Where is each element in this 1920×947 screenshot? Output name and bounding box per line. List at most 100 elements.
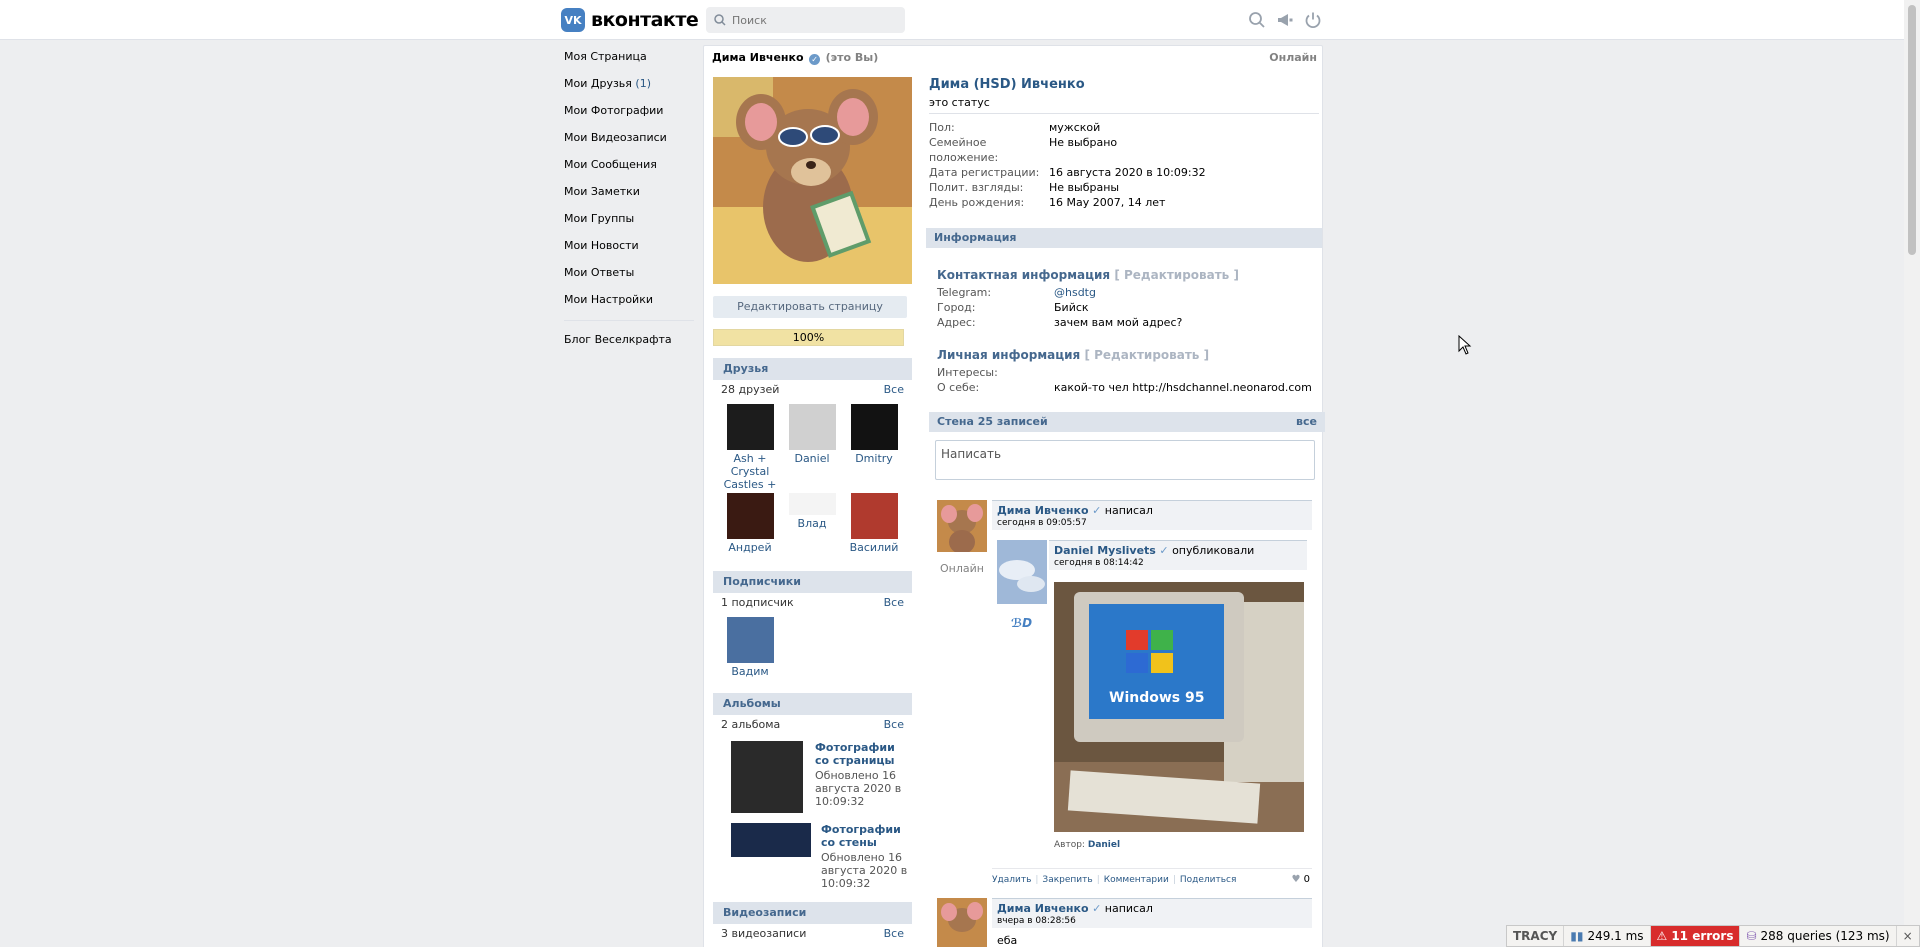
page-scrollbar[interactable] <box>1904 0 1920 947</box>
vk-logo[interactable]: VK вконтакте <box>561 8 699 32</box>
contact-edit-link[interactable]: [ Редактировать ] <box>1114 268 1239 282</box>
subscriber-item[interactable]: Вадим <box>719 617 781 678</box>
friend-item[interactable]: Daniel <box>781 404 843 491</box>
megaphone-icon[interactable] <box>1276 11 1294 29</box>
post-author-name[interactable]: Дима Ивченко <box>997 504 1089 517</box>
album-title[interactable]: Фотографии со стены <box>821 823 912 849</box>
nav-divider <box>564 320 694 321</box>
repost-author-avatar[interactable] <box>997 540 1047 604</box>
profile-full-name: Дима (HSD) Ивченко <box>929 77 1085 92</box>
nav-my-notes[interactable]: Мои Заметки <box>564 183 696 210</box>
search-box[interactable] <box>706 7 905 33</box>
subscribers-all-link[interactable]: Все <box>884 593 904 613</box>
friend-item[interactable]: Ash + Crystal Castles + <box>719 404 781 491</box>
wall-all-link[interactable]: все <box>1296 412 1317 432</box>
album-item[interactable]: Фотографии со стены Обновлено 16 августа … <box>713 817 912 890</box>
tracy-time-panel[interactable]: ▮▮ 249.1 ms <box>1564 926 1651 946</box>
profile-avatar[interactable] <box>713 77 912 284</box>
profile-row: Семейное положение: Не выбрано <box>929 136 1118 164</box>
nav-my-videos[interactable]: Мои Видеозаписи <box>564 129 696 156</box>
tracy-queries-panel[interactable]: ⛁ 288 queries (123 ms) <box>1740 926 1897 946</box>
repost-author-name[interactable]: Daniel Myslivets <box>1054 544 1156 557</box>
nav-my-news[interactable]: Мои Новости <box>564 237 696 264</box>
post-date[interactable]: сегодня в 09:05:57 <box>997 518 1307 528</box>
subscribers-count: 1 подписчик <box>721 596 794 609</box>
verified-icon: ✓ <box>1092 902 1102 915</box>
share-link[interactable]: Поделиться <box>1180 875 1237 885</box>
edit-page-button[interactable]: Редактировать страницу <box>713 296 907 318</box>
like-button[interactable]: ♥ 0 <box>1291 869 1310 891</box>
albums-all-link[interactable]: Все <box>884 715 904 735</box>
page-owner-name: Дима Ивченко <box>712 51 804 64</box>
search-icon[interactable] <box>1248 11 1266 29</box>
search-input[interactable] <box>732 13 892 27</box>
friend-item[interactable]: Василий <box>843 493 905 554</box>
post-author-avatar[interactable] <box>937 500 987 554</box>
album-cover <box>731 823 811 857</box>
verified-icon: ✓ <box>1159 544 1169 557</box>
photo-author-name[interactable]: Daniel <box>1088 840 1120 850</box>
tracy-close-button[interactable]: × <box>1897 926 1919 946</box>
albums-count: 2 альбома <box>721 718 781 731</box>
comments-link[interactable]: Комментарии <box>1104 875 1169 885</box>
wall-header: Стена 25 записей все <box>929 412 1325 432</box>
friend-item[interactable]: Андрей <box>719 493 781 554</box>
albums-title[interactable]: Альбомы <box>713 693 912 715</box>
scrollbar-thumb[interactable] <box>1908 5 1916 255</box>
album-item[interactable]: Фотографии со страницы Обновлено 16 авгус… <box>713 735 912 813</box>
nav-my-friends[interactable]: Мои Друзья (1) <box>564 75 696 102</box>
mouse-cursor-icon <box>1458 335 1472 355</box>
subscriber-avatar <box>726 617 774 663</box>
friend-item[interactable]: Dmitry <box>843 404 905 491</box>
contact-row: Город: Бийск <box>937 301 1089 314</box>
nav-my-photos[interactable]: Мои Фотографии <box>564 102 696 129</box>
repost: ℬD Daniel Myslivets ✓ опубликовали сегод… <box>997 540 1312 865</box>
tracy-errors-panel[interactable]: ⚠ 11 errors <box>1650 926 1741 946</box>
videos-all-link[interactable]: Все <box>884 924 904 944</box>
this-is-you-label: (это Вы) <box>825 51 879 64</box>
nav-blog[interactable]: Блог Веселкрафта <box>564 331 696 358</box>
tracy-debug-bar: TRACY ▮▮ 249.1 ms ⚠ 11 errors ⛁ 288 queries… <box>1506 925 1920 947</box>
nav-my-messages[interactable]: Мои Сообщения <box>564 156 696 183</box>
profile-row: Пол: мужской <box>929 121 1101 134</box>
post-author-name[interactable]: Дима Ивченко <box>997 902 1089 915</box>
repost-date[interactable]: сегодня в 08:14:42 <box>1054 558 1302 568</box>
contact-info: Контактная информация [ Редактировать ] … <box>929 268 1319 330</box>
friends-all-link[interactable]: Все <box>884 380 904 400</box>
subscribers-title[interactable]: Подписчики <box>713 571 912 593</box>
post-date[interactable]: вчера в 08:28:56 <box>997 916 1307 926</box>
post-author-online: Онлайн <box>940 562 984 575</box>
contact-row: Telegram: @hsdtg <box>937 285 1096 300</box>
nav-my-settings[interactable]: Мои Настройки <box>564 291 696 318</box>
post-author-avatar[interactable] <box>937 898 987 947</box>
verified-icon: ✓ <box>809 54 821 65</box>
friend-item[interactable]: Влад <box>781 493 843 554</box>
post-actions: Удалить | Закрепить | Комментарии | Поделиться… <box>992 868 1312 890</box>
nav-my-answers[interactable]: Мои Ответы <box>564 264 696 291</box>
tracy-logo[interactable]: TRACY <box>1507 926 1565 946</box>
personal-row: Интересы: <box>937 366 998 379</box>
vk-logo-icon: VK <box>561 8 585 32</box>
pin-post-link[interactable]: Закрепить <box>1042 875 1092 885</box>
repost-photo[interactable]: Windows 95 <box>1054 582 1304 832</box>
top-bar: VK вконтакте <box>0 0 1904 40</box>
post-text: еба <box>997 934 1018 947</box>
album-title[interactable]: Фотографии со страницы <box>815 741 912 767</box>
post-header: Дима Ивченко ✓ написал сегодня в 09:05:5… <box>992 500 1312 530</box>
friends-title[interactable]: Друзья <box>713 358 912 380</box>
videos-title[interactable]: Видеозаписи <box>713 902 912 924</box>
personal-edit-link[interactable]: [ Редактировать ] <box>1084 348 1209 362</box>
nav-my-groups[interactable]: Мои Группы <box>564 210 696 237</box>
wall-post-input[interactable]: Написать <box>935 440 1315 480</box>
contact-info-title: Контактная информация <box>937 268 1111 282</box>
delete-post-link[interactable]: Удалить <box>992 875 1031 885</box>
nav-my-page[interactable]: Моя Страница <box>564 48 696 75</box>
profile-status[interactable]: это статус <box>929 96 1319 114</box>
wall-title[interactable]: Стена 25 записей <box>937 415 1048 428</box>
verified-icon: ✓ <box>1092 504 1102 517</box>
wall-post: Онлайн Дима Ивченко ✓ написал сегодня в … <box>937 500 1321 930</box>
post-header: Дима Ивченко ✓ написал вчера в 08:28:56 <box>992 898 1312 928</box>
album-updated: Обновлено 16 августа 2020 в 10:09:32 <box>815 769 902 808</box>
power-icon[interactable] <box>1304 11 1322 29</box>
telegram-link[interactable]: @hsdtg <box>1054 285 1096 300</box>
